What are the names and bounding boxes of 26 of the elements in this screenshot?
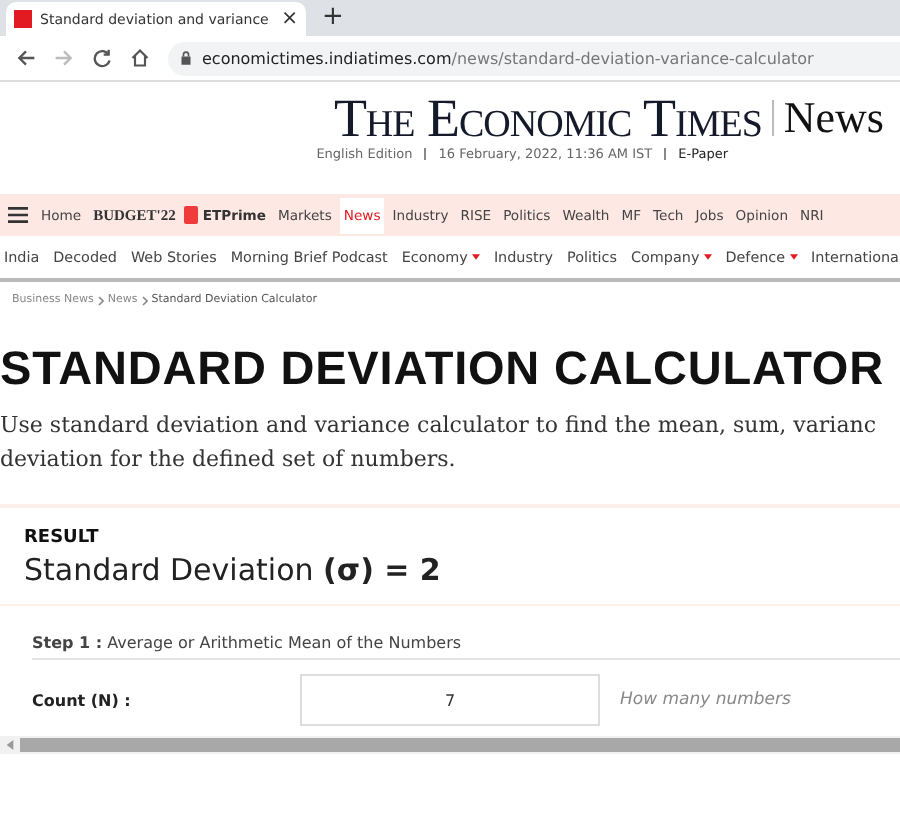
- chevron-icon: [141, 295, 148, 305]
- page-heading: STANDARD DEVIATION CALCULATOR: [0, 342, 886, 396]
- close-tab-button[interactable]: ×: [281, 8, 298, 30]
- count-input-field[interactable]: 7: [300, 674, 600, 726]
- site-favicon-icon: [14, 10, 32, 28]
- count-label: Count (N) :: [32, 691, 133, 709]
- result-label: RESULT: [24, 528, 101, 548]
- prime-logo-icon: [184, 206, 199, 224]
- menu-icon[interactable]: [8, 206, 28, 224]
- caret-icon: [789, 254, 798, 260]
- step-heading: Step 1 : Average or Arithmetic Mean of the Numbers: [32, 634, 900, 660]
- reload-icon[interactable]: [92, 48, 112, 68]
- intro-paragraph: Use standard deviation and variance calculator to find the mean, sum, varianc deviation for the defined set of numbers.: [0, 410, 878, 476]
- caret-icon: [471, 254, 480, 260]
- back-icon[interactable]: [16, 48, 36, 68]
- caret-icon: [703, 254, 712, 260]
- home-icon[interactable]: [130, 48, 150, 68]
- newspaper-logo[interactable]: The Economic Times: [333, 90, 762, 146]
- section-title[interactable]: News: [783, 90, 884, 146]
- new-tab-button[interactable]: +: [322, 4, 344, 32]
- lock-icon: [180, 50, 192, 66]
- address-field[interactable]: economictimes.indiatimes.com/news/standard-deviation-variance-calculator: [168, 41, 900, 75]
- result-value: Standard Deviation (σ) = 2: [24, 552, 443, 588]
- count-hint: How many numbers: [620, 690, 791, 710]
- horizontal-scrollbar[interactable]: [0, 736, 900, 754]
- chevron-icon: [97, 295, 104, 305]
